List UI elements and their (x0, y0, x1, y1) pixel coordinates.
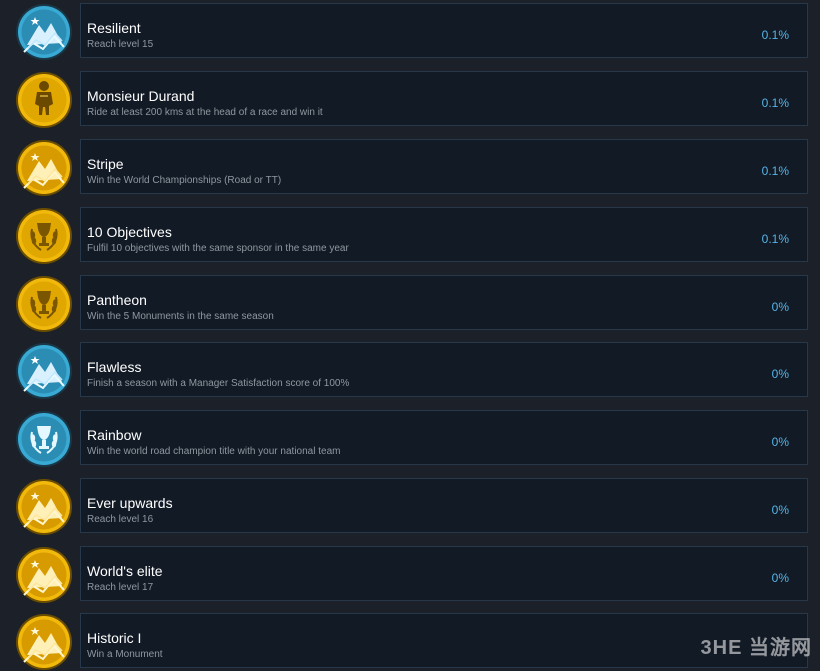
achievement-row[interactable]: Monsieur Durand Ride at least 200 kms at… (0, 70, 820, 128)
gold-laurel-trophy-badge-icon (15, 207, 73, 265)
achievement-row[interactable]: Ever upwards Reach level 16 0% (0, 477, 820, 535)
blue-mountain-badge-icon (15, 342, 73, 400)
achievement-percent: 0% (771, 300, 789, 314)
achievement-row[interactable]: World's elite Reach level 17 0% (0, 545, 820, 603)
gold-mountain-badge-icon (15, 613, 73, 671)
gold-cyclist-badge-icon (15, 71, 73, 129)
achievement-card: Pantheon Win the 5 Monuments in the same… (80, 275, 808, 330)
achievement-description: Reach level 15 (87, 39, 154, 50)
achievement-row[interactable]: Flawless Finish a season with a Manager … (0, 341, 820, 399)
achievement-description: Win the World Championships (Road or TT) (87, 175, 282, 186)
achievement-title: Flawless (87, 359, 142, 375)
achievement-percent: 0% (771, 571, 789, 585)
gold-mountain-badge-icon (15, 139, 73, 197)
achievement-percent: 0% (771, 367, 789, 381)
achievement-percent: 0.1% (761, 232, 789, 246)
achievement-percent: 0.1% (761, 28, 789, 42)
blue-laurel-trophy-badge-icon (15, 410, 73, 468)
achievement-card: Monsieur Durand Ride at least 200 kms at… (80, 71, 808, 126)
blue-mountain-badge-icon (15, 3, 73, 61)
achievement-card: Historic I Win a Monument (80, 613, 808, 668)
achievement-title: Ever upwards (87, 495, 173, 511)
achievement-description: Win the 5 Monuments in the same season (87, 311, 274, 322)
achievement-title: Pantheon (87, 292, 147, 308)
achievement-description: Finish a season with a Manager Satisfact… (87, 378, 350, 389)
achievement-title: 10 Objectives (87, 224, 172, 240)
achievement-description: Win the world road champion title with y… (87, 446, 341, 457)
achievement-description: Reach level 17 (87, 582, 154, 593)
achievement-card: Rainbow Win the world road champion titl… (80, 410, 808, 465)
achievement-percent: 0% (771, 435, 789, 449)
achievement-percent: 0.1% (761, 96, 789, 110)
gold-mountain-badge-icon (15, 478, 73, 536)
achievement-card: Stripe Win the World Championships (Road… (80, 139, 808, 194)
achievement-percent: 0% (771, 503, 789, 517)
achievement-title: Monsieur Durand (87, 88, 195, 104)
achievement-card: Ever upwards Reach level 16 0% (80, 478, 808, 533)
achievement-description: Fulfil 10 objectives with the same spons… (87, 243, 349, 254)
achievement-card: 10 Objectives Fulfil 10 objectives with … (80, 207, 808, 262)
achievement-row[interactable]: Pantheon Win the 5 Monuments in the same… (0, 274, 820, 332)
achievement-row[interactable]: Resilient Reach level 15 0.1% (0, 2, 820, 60)
achievement-row[interactable]: Historic I Win a Monument (0, 612, 820, 670)
achievement-description: Ride at least 200 kms at the head of a r… (87, 107, 323, 118)
achievement-card: Flawless Finish a season with a Manager … (80, 342, 808, 397)
achievement-percent: 0.1% (761, 164, 789, 178)
achievement-title: Rainbow (87, 427, 142, 443)
achievement-title: Stripe (87, 156, 124, 172)
achievement-title: World's elite (87, 563, 163, 579)
gold-mountain-badge-icon (15, 546, 73, 604)
achievement-row[interactable]: Stripe Win the World Championships (Road… (0, 138, 820, 196)
gold-laurel-trophy-badge-icon (15, 275, 73, 333)
achievement-title: Historic I (87, 630, 142, 646)
achievement-row[interactable]: Rainbow Win the world road champion titl… (0, 409, 820, 467)
achievement-description: Reach level 16 (87, 514, 154, 525)
achievement-row[interactable]: 10 Objectives Fulfil 10 objectives with … (0, 206, 820, 264)
achievement-card: World's elite Reach level 17 0% (80, 546, 808, 601)
achievement-card: Resilient Reach level 15 0.1% (80, 3, 808, 58)
site-watermark: 3HE 当游网 (700, 637, 812, 659)
achievement-title: Resilient (87, 20, 141, 36)
achievement-description: Win a Monument (87, 649, 163, 660)
